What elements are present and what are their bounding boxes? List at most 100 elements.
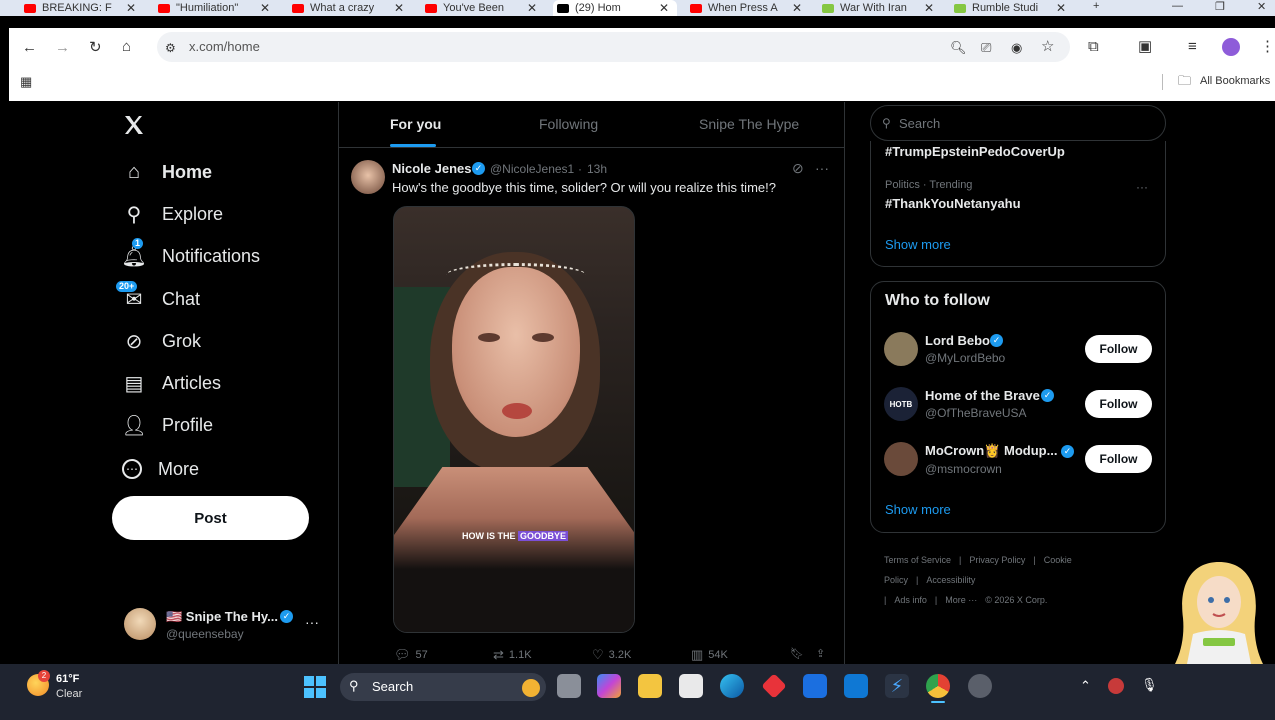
- footer-link[interactable]: Terms of Service: [884, 555, 951, 565]
- repost-action[interactable]: ⇄ 1.1K: [493, 647, 532, 663]
- tab-close-icon[interactable]: ✕: [792, 1, 802, 15]
- home-browser-icon[interactable]: ⌂: [122, 39, 131, 55]
- obs-icon[interactable]: [968, 674, 992, 698]
- browser-tab[interactable]: War With Iran ✕: [818, 0, 942, 16]
- tab-for-you[interactable]: For you: [390, 116, 441, 132]
- windows-start-icon[interactable]: [304, 676, 326, 698]
- like-action[interactable]: ♡ 3.2K: [592, 647, 631, 663]
- restore-button[interactable]: ❐: [1215, 0, 1225, 13]
- nav-item-chat[interactable]: ✉ 20+ Chat: [116, 281, 200, 314]
- post-author-avatar[interactable]: [351, 160, 385, 194]
- tab-close-icon[interactable]: ✕: [126, 1, 136, 15]
- browser-tab[interactable]: (29) Hom ✕: [553, 0, 677, 16]
- weather-temp[interactable]: 61°F: [56, 673, 79, 685]
- weather-desc[interactable]: Clear: [56, 688, 82, 700]
- trend-menu-icon[interactable]: ···: [1136, 180, 1148, 194]
- footer-link[interactable]: Ads info: [894, 595, 927, 605]
- tab-close-icon[interactable]: ✕: [1056, 1, 1066, 15]
- follow-show-more[interactable]: Show more: [885, 502, 951, 517]
- taskbar-search-label[interactable]: Search: [372, 679, 413, 694]
- footer-link[interactable]: Accessibility: [926, 575, 975, 585]
- nav-item-articles[interactable]: ▤ Articles: [122, 368, 221, 398]
- tab-close-icon[interactable]: ✕: [924, 1, 934, 15]
- all-bookmarks-link[interactable]: All Bookmarks: [1200, 75, 1270, 87]
- follow-button[interactable]: Follow: [1085, 335, 1152, 363]
- install-icon[interactable]: ⎚: [981, 40, 991, 56]
- trend-topic[interactable]: #ThankYouNetanyahu: [885, 196, 1021, 211]
- bookmark-icon[interactable]: 🔖︎: [790, 647, 804, 660]
- browser-tab[interactable]: Rumble Studi ✕: [950, 0, 1074, 16]
- follow-avatar[interactable]: [884, 442, 918, 476]
- post-button[interactable]: Post: [112, 496, 309, 540]
- close-window-button[interactable]: ✕: [1257, 0, 1266, 13]
- post-time[interactable]: 13h: [587, 162, 607, 176]
- nav-item-notifications[interactable]: 🔔︎ 1 Notifications: [121, 238, 260, 271]
- nav-item-profile[interactable]: 👤︎ Profile: [121, 410, 213, 440]
- follow-name[interactable]: Home of the Brave: [925, 388, 1040, 403]
- tray-app-icon[interactable]: [1108, 678, 1124, 694]
- nav-item-grok[interactable]: ⊘ Grok: [122, 326, 201, 356]
- post-author-handle[interactable]: @NicoleJenes1: [490, 162, 574, 176]
- account-name[interactable]: 🇺🇸 Snipe The Hy...: [166, 609, 278, 625]
- apps-grid-icon[interactable]: ▦: [20, 74, 32, 90]
- site-info-icon[interactable]: ⚙: [165, 40, 176, 56]
- nav-item-explore[interactable]: ⚲ Explore: [122, 199, 223, 229]
- browser-tab[interactable]: What a crazy ✕: [288, 0, 412, 16]
- back-icon[interactable]: ←: [22, 40, 37, 56]
- eye-icon[interactable]: ◉: [1011, 40, 1022, 56]
- new-tab-button[interactable]: +: [1093, 0, 1099, 12]
- kebab-menu-icon[interactable]: ⋮: [1260, 39, 1275, 55]
- trend-topic[interactable]: #TrumpEpsteinPedoCoverUp: [885, 144, 1065, 159]
- follow-avatar[interactable]: [884, 332, 918, 366]
- trends-show-more[interactable]: Show more: [885, 237, 951, 252]
- browser-tab[interactable]: When Press A ✕: [686, 0, 810, 16]
- follow-name[interactable]: Lord Bebo: [925, 333, 990, 348]
- file-explorer-icon[interactable]: [638, 674, 662, 698]
- taskbar-search[interactable]: [340, 673, 546, 701]
- task-view-icon[interactable]: [557, 674, 581, 698]
- account-avatar[interactable]: [124, 608, 156, 640]
- tab-close-icon[interactable]: ✕: [260, 1, 270, 15]
- tray-expand-icon[interactable]: ⌃: [1080, 678, 1091, 694]
- nav-item-home[interactable]: ⌂ Home: [122, 157, 212, 187]
- dropbox-icon[interactable]: [803, 674, 827, 698]
- microphone-icon[interactable]: 🎙︎: [1141, 677, 1158, 693]
- outlook-icon[interactable]: [844, 674, 868, 698]
- follow-name[interactable]: MoCrown👸 Modup...: [925, 443, 1057, 459]
- search-placeholder[interactable]: Search: [899, 116, 940, 131]
- zoom-icon[interactable]: 🔍︎: [950, 40, 967, 56]
- footer-link[interactable]: More ···: [945, 595, 977, 605]
- forward-icon[interactable]: →: [55, 40, 70, 56]
- reload-icon[interactable]: ↻: [89, 40, 102, 56]
- share-icon[interactable]: ⇪: [816, 647, 825, 660]
- store-icon[interactable]: [679, 674, 703, 698]
- account-menu-icon[interactable]: ···: [305, 614, 319, 630]
- browser-tab[interactable]: You've Been ✕: [421, 0, 545, 16]
- browser-tab[interactable]: BREAKING: Fl ✕: [20, 0, 144, 16]
- tab-close-icon[interactable]: ✕: [527, 1, 537, 15]
- footer-link[interactable]: © 2026 X Corp.: [985, 595, 1047, 605]
- post-author-name[interactable]: Nicole Jenes: [392, 161, 472, 176]
- bolt-app-icon[interactable]: ⚡︎: [885, 674, 909, 698]
- browser-tab[interactable]: "Humiliation" ✕: [154, 0, 278, 16]
- chrome-icon[interactable]: [926, 674, 950, 698]
- copilot-icon[interactable]: [597, 674, 621, 698]
- edge-icon[interactable]: [720, 674, 744, 698]
- tab-close-icon[interactable]: ✕: [394, 1, 404, 15]
- tab-close-icon[interactable]: ✕: [659, 1, 669, 15]
- follow-button[interactable]: Follow: [1085, 445, 1152, 473]
- side-panel-icon[interactable]: ▣: [1138, 39, 1152, 55]
- tab-following[interactable]: Following: [539, 116, 598, 132]
- profile-avatar-icon[interactable]: [1222, 38, 1240, 56]
- post-menu-icon[interactable]: ···: [815, 160, 829, 176]
- reply-action[interactable]: 💬︎ 57: [394, 647, 428, 663]
- footer-link[interactable]: Privacy Policy: [969, 555, 1025, 565]
- media-control-icon[interactable]: ≡: [1188, 39, 1197, 55]
- follow-avatar[interactable]: HOTB: [884, 387, 918, 421]
- address-bar[interactable]: [157, 32, 1070, 62]
- post-video[interactable]: HOW IS THE GOODBYE: [393, 206, 635, 633]
- address-text[interactable]: x.com/home: [189, 39, 260, 54]
- nav-item-more[interactable]: ⋯ More: [122, 454, 199, 484]
- grok-icon[interactable]: ⊘: [792, 160, 804, 177]
- star-icon[interactable]: ☆: [1041, 39, 1054, 55]
